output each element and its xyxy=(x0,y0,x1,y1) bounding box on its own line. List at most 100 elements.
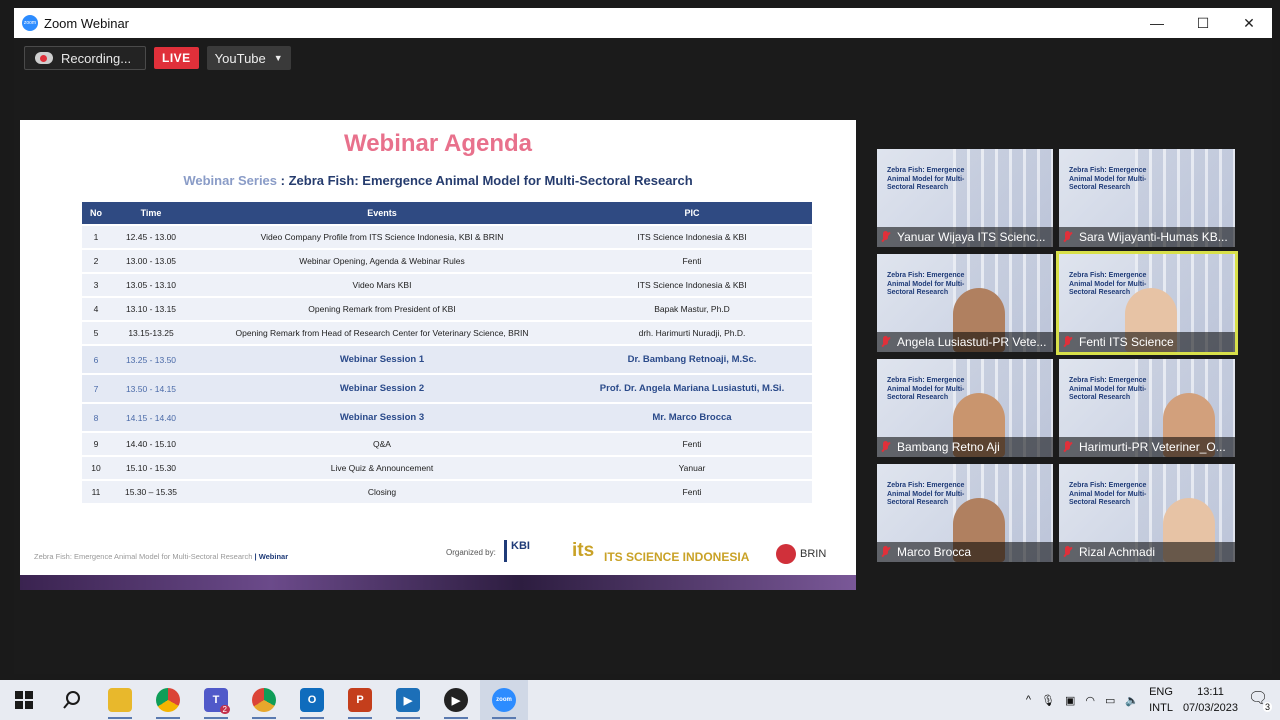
taskbar-chrome-canary[interactable] xyxy=(240,680,288,720)
participant-name: Yanuar Wijaya ITS Scienc... xyxy=(897,230,1046,244)
series-label: Webinar Series xyxy=(183,173,278,188)
participant-name: Marco Brocca xyxy=(897,545,972,559)
agenda-cell-time: 14.15 - 14.40 xyxy=(110,404,192,431)
agenda-cell-pic: Prof. Dr. Angela Mariana Lusiastuti, M.S… xyxy=(572,375,812,402)
participant-name-bar: Fenti ITS Science xyxy=(1059,332,1235,352)
taskbar-outlook[interactable]: O xyxy=(288,680,336,720)
agenda-row: 1 12.45 - 13.00 Video Company Profile from… xyxy=(82,226,812,248)
virtual-background-caption: Zebra Fish: Emergence Animal Model for M… xyxy=(887,272,965,296)
agenda-cell-event: Opening Remark from Head of Research Cen… xyxy=(192,322,572,344)
minimize-button[interactable]: — xyxy=(1134,8,1180,38)
virtual-background-caption: Zebra Fish: Emergence Animal Model for M… xyxy=(1069,482,1147,506)
search-button[interactable] xyxy=(48,680,96,720)
agenda-cell-time: 15.30 – 15.35 xyxy=(110,481,192,503)
participant-tile[interactable]: Zebra Fish: Emergence Animal Model for M… xyxy=(1059,464,1235,562)
participant-name: Sara Wijayanti-Humas KB... xyxy=(1079,230,1228,244)
agenda-row: 5 13.15-13.25 Opening Remark from Head of … xyxy=(82,322,812,344)
agenda-cell-no: 11 xyxy=(82,481,110,503)
participant-tile[interactable]: Zebra Fish: Emergence Animal Model for M… xyxy=(877,149,1053,247)
brin-mark-icon xyxy=(776,544,796,564)
outlook-icon: O xyxy=(300,688,324,712)
taskbar-powerpoint[interactable]: P xyxy=(336,680,384,720)
mic-muted-icon xyxy=(881,231,891,243)
agenda-cell-time: 14.40 - 15.10 xyxy=(110,433,192,455)
chrome-icon xyxy=(156,688,180,712)
webinar-stage: Recording... LIVE YouTube ▼ Webinar Agen… xyxy=(14,38,1272,674)
live-badge: LIVE xyxy=(154,47,199,69)
agenda-cell-time: 13.50 - 14.15 xyxy=(110,375,192,402)
agenda-cell-pic: ITS Science Indonesia & KBI xyxy=(572,274,812,296)
col-header-no: No xyxy=(82,202,110,224)
footer-text: Zebra Fish: Emergence Animal Model for M… xyxy=(34,552,253,561)
mic-muted-icon xyxy=(881,546,891,558)
participant-tile[interactable]: Zebra Fish: Emergence Animal Model for M… xyxy=(877,464,1053,562)
slide-footer: Zebra Fish: Emergence Animal Model for M… xyxy=(34,552,288,561)
cloud-record-icon xyxy=(35,52,53,64)
volume-icon[interactable]: 🔈 xyxy=(1125,694,1139,707)
media-player-icon: ▶ xyxy=(396,688,420,712)
clock-time: 13:11 xyxy=(1197,686,1224,698)
battery-icon[interactable]: ▭ xyxy=(1105,694,1115,707)
participant-tile[interactable]: Zebra Fish: Emergence Animal Model for M… xyxy=(1059,149,1235,247)
participant-tile[interactable]: Zebra Fish: Emergence Animal Model for M… xyxy=(877,359,1053,457)
agenda-cell-event: Opening Remark from President of KBI xyxy=(192,298,572,320)
agenda-cell-time: 13.05 - 13.10 xyxy=(110,274,192,296)
agenda-cell-event: Live Quiz & Announcement xyxy=(192,457,572,479)
agenda-cell-no: 5 xyxy=(82,322,110,344)
video-icon: ▶ xyxy=(444,688,468,712)
agenda-cell-event: Webinar Session 2 xyxy=(192,375,572,402)
close-button[interactable]: ✕ xyxy=(1226,8,1272,38)
participant-name-bar: Bambang Retno Aji xyxy=(877,437,1053,457)
mic-muted-icon xyxy=(881,336,891,348)
participant-tile[interactable]: Zebra Fish: Emergence Animal Model for M… xyxy=(877,254,1053,352)
agenda-cell-event: Webinar Session 3 xyxy=(192,404,572,431)
agenda-row: 7 13.50 - 14.15 Webinar Session 2 Prof. Dr.… xyxy=(82,375,812,402)
maximize-button[interactable]: ☐ xyxy=(1180,8,1226,38)
taskbar-file-explorer[interactable] xyxy=(96,680,144,720)
col-header-pic: PIC xyxy=(572,202,812,224)
virtual-background-caption: Zebra Fish: Emergence Animal Model for M… xyxy=(887,167,965,191)
lang-secondary: INTL xyxy=(1149,702,1173,714)
clock-date: 07/03/2023 xyxy=(1182,702,1238,714)
mic-muted-icon xyxy=(1063,441,1073,453)
participant-name-bar: Sara Wijayanti-Humas KB... xyxy=(1059,227,1235,247)
agenda-row: 6 13.25 - 13.50 Webinar Session 1 Dr. Bamba… xyxy=(82,346,812,373)
start-button[interactable] xyxy=(0,680,48,720)
agenda-row: 2 13.00 - 13.05 Webinar Opening, Agenda & … xyxy=(82,250,812,272)
stream-label: YouTube xyxy=(214,50,266,66)
taskbar: T 2 O P ▶ ▶ zoom ^ 🎙 ▣ ◠ ▭ 🔈 ENG INTL 13… xyxy=(0,680,1280,720)
clock[interactable]: 13:11 07/03/2023 xyxy=(1183,684,1238,716)
zoom-logo-icon: zoom xyxy=(22,15,38,31)
agenda-row: 4 13.10 - 13.15 Opening Remark from Presid… xyxy=(82,298,812,320)
virtual-background-caption: Zebra Fish: Emergence Animal Model for M… xyxy=(1069,167,1147,191)
display-tray-icon[interactable]: ▣ xyxy=(1065,694,1075,707)
wifi-icon[interactable]: ◠ xyxy=(1085,694,1095,707)
slide-decor-band xyxy=(20,575,856,590)
agenda-cell-pic: Fenti xyxy=(572,481,812,503)
participant-name: Fenti ITS Science xyxy=(1079,335,1174,349)
stream-dropdown[interactable]: YouTube ▼ xyxy=(206,46,291,70)
taskbar-chrome[interactable] xyxy=(144,680,192,720)
agenda-cell-pic: Yanuar xyxy=(572,457,812,479)
show-hidden-icons-icon[interactable]: ^ xyxy=(1026,694,1031,706)
microphone-tray-icon[interactable]: 🎙 xyxy=(1041,694,1055,707)
agenda-cell-time: 13.00 - 13.05 xyxy=(110,250,192,272)
file-explorer-icon xyxy=(108,688,132,712)
notification-center[interactable]: 🗨 3 xyxy=(1248,688,1272,712)
taskbar-teams[interactable]: T 2 xyxy=(192,680,240,720)
participant-tile[interactable]: Zebra Fish: Emergence Animal Model for M… xyxy=(1059,359,1235,457)
participant-tile[interactable]: Zebra Fish: Emergence Animal Model for M… xyxy=(1056,251,1238,355)
participant-name-bar: Yanuar Wijaya ITS Scienc... xyxy=(877,227,1053,247)
taskbar-media-player[interactable]: ▶ xyxy=(384,680,432,720)
language-indicator[interactable]: ENG INTL xyxy=(1149,684,1173,716)
taskbar-video[interactable]: ▶ xyxy=(432,680,480,720)
recording-button[interactable]: Recording... xyxy=(24,46,146,70)
mic-muted-icon xyxy=(1063,336,1073,348)
its-logo: its xyxy=(572,540,595,561)
taskbar-zoom[interactable]: zoom xyxy=(480,680,528,720)
kbi-logo: KBI xyxy=(504,540,552,562)
series-title: : Zebra Fish: Emergence Animal Model for… xyxy=(280,173,693,188)
windows-start-icon xyxy=(15,691,33,709)
agenda-cell-no: 3 xyxy=(82,274,110,296)
agenda-cell-pic: Mr. Marco Brocca xyxy=(572,404,812,431)
